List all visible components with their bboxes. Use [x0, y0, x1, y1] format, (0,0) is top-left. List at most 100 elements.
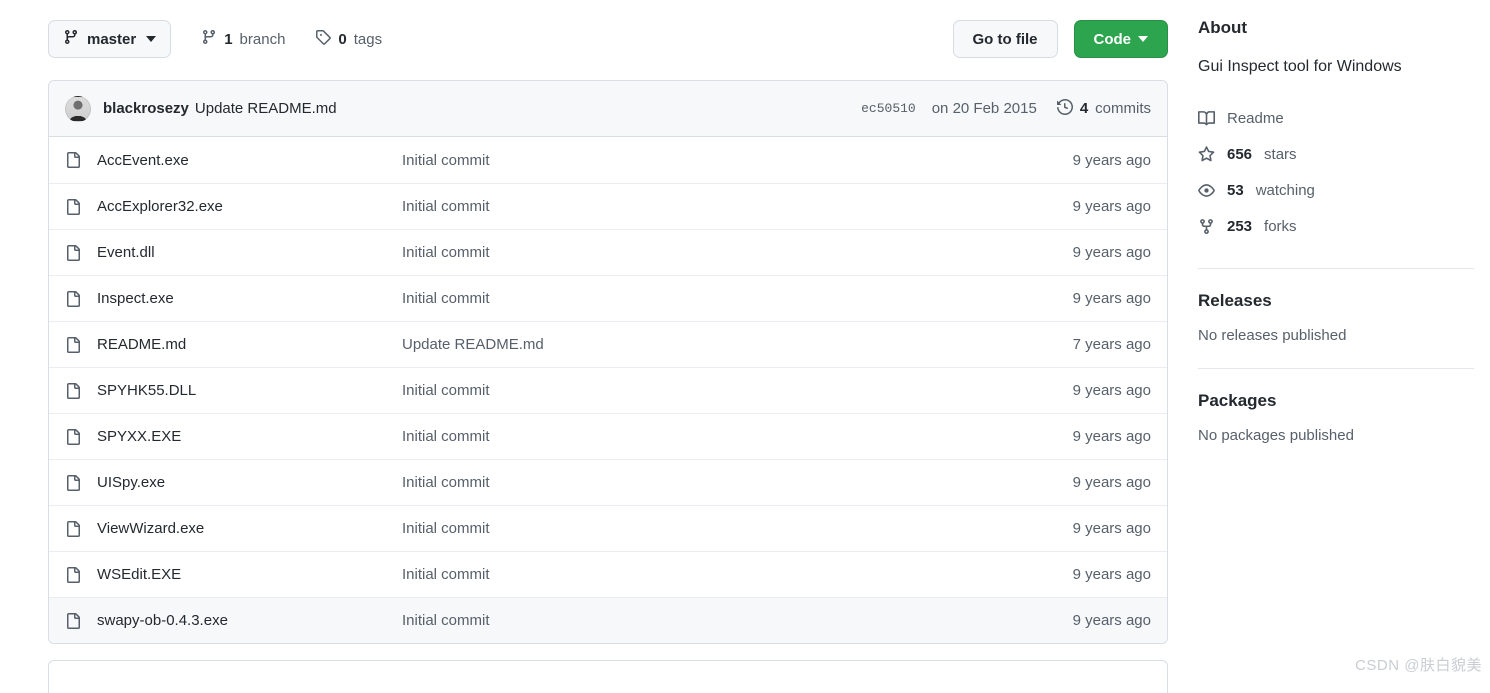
file-name-link[interactable]: UISpy.exe: [97, 474, 402, 491]
packages-title: Packages: [1198, 391, 1277, 411]
file-commit-message[interactable]: Initial commit: [402, 198, 1073, 215]
readme-link[interactable]: Readme: [1198, 100, 1474, 136]
file-commit-time: 9 years ago: [1072, 612, 1151, 629]
code-button-label: Code: [1093, 30, 1132, 48]
about-title: About: [1198, 18, 1248, 37]
commit-sha[interactable]: ec50510: [861, 101, 916, 116]
main-column: master 1 branch 0 tags Go to file Code b…: [0, 0, 1168, 693]
file-icon: [65, 336, 81, 353]
file-icon: [65, 428, 81, 445]
table-row[interactable]: WSEdit.EXE Initial commit 9 years ago: [49, 551, 1167, 597]
stars-label: stars: [1264, 145, 1297, 163]
file-icon: [65, 382, 81, 399]
about-sidebar: About Gui Inspect tool for Windows Readm…: [1168, 0, 1490, 693]
chevron-down-icon: [1138, 36, 1148, 42]
repo-toolbar: master 1 branch 0 tags Go to file Code: [48, 14, 1168, 64]
table-row[interactable]: SPYHK55.DLL Initial commit 9 years ago: [49, 367, 1167, 413]
branch-name-label: master: [87, 30, 137, 48]
commits-count-link[interactable]: 4 commits: [1056, 98, 1151, 119]
file-name-link[interactable]: SPYHK55.DLL: [97, 382, 402, 399]
file-icon: [65, 474, 81, 491]
latest-commit-header: blackrosezy Update README.md ec50510 on …: [49, 81, 1167, 137]
table-row[interactable]: AccEvent.exe Initial commit 9 years ago: [49, 137, 1167, 183]
watching-link[interactable]: 53 watching: [1198, 172, 1474, 208]
commits-label: commits: [1095, 100, 1151, 117]
file-rows: AccEvent.exe Initial commit 9 years ago Acc…: [49, 137, 1167, 643]
file-commit-message[interactable]: Update README.md: [402, 336, 1073, 353]
file-commit-message[interactable]: Initial commit: [402, 612, 1073, 629]
file-icon: [65, 152, 81, 168]
file-commit-message[interactable]: Initial commit: [402, 566, 1073, 583]
file-commit-time: 9 years ago: [1072, 290, 1151, 307]
file-icon: [65, 566, 81, 583]
table-row[interactable]: SPYXX.EXE Initial commit 9 years ago: [49, 413, 1167, 459]
file-commit-time: 9 years ago: [1072, 198, 1151, 215]
file-commit-time: 9 years ago: [1072, 474, 1151, 491]
table-row[interactable]: UISpy.exe Initial commit 9 years ago: [49, 459, 1167, 505]
file-icon: [65, 612, 81, 629]
commits-count-value: 4: [1079, 100, 1089, 117]
tags-link[interactable]: 0 tags: [315, 29, 382, 49]
file-name-link[interactable]: WSEdit.EXE: [97, 566, 402, 583]
repo-description: Gui Inspect tool for Windows: [1198, 58, 1402, 75]
file-commit-message[interactable]: Initial commit: [402, 244, 1073, 261]
file-commit-time: 9 years ago: [1072, 428, 1151, 445]
file-name-link[interactable]: swapy-ob-0.4.3.exe: [97, 612, 402, 629]
table-row[interactable]: ViewWizard.exe Initial commit 9 years ago: [49, 505, 1167, 551]
eye-icon: [1198, 182, 1215, 199]
star-icon: [1198, 146, 1215, 163]
chevron-down-icon: [146, 36, 157, 42]
forks-link[interactable]: 253 forks: [1198, 208, 1474, 244]
readme-card: [48, 660, 1168, 693]
file-icon: [65, 290, 81, 307]
code-button[interactable]: Code: [1073, 20, 1168, 58]
file-listing-card: blackrosezy Update README.md ec50510 on …: [48, 80, 1168, 644]
git-branch-icon: [201, 29, 217, 49]
history-icon: [1056, 98, 1073, 119]
sidebar-divider-1: [1198, 268, 1474, 270]
file-name-link[interactable]: SPYXX.EXE: [97, 428, 402, 445]
book-icon: [1198, 110, 1215, 127]
file-commit-message[interactable]: Initial commit: [402, 428, 1073, 445]
table-row[interactable]: README.md Update README.md 7 years ago: [49, 321, 1167, 367]
releases-empty-text: No releases published: [1198, 327, 1347, 345]
table-row[interactable]: swapy-ob-0.4.3.exe Initial commit 9 years …: [49, 597, 1167, 643]
sidebar-divider-2: [1198, 368, 1474, 370]
file-commit-message[interactable]: Initial commit: [402, 290, 1073, 307]
stars-link[interactable]: 656 stars: [1198, 136, 1474, 172]
file-name-link[interactable]: AccExplorer32.exe: [97, 198, 402, 215]
file-name-link[interactable]: AccEvent.exe: [97, 152, 402, 169]
file-icon: [65, 198, 81, 215]
file-commit-message[interactable]: Initial commit: [402, 152, 1073, 169]
table-row[interactable]: AccExplorer32.exe Initial commit 9 years a…: [49, 183, 1167, 229]
repository-page: master 1 branch 0 tags Go to file Code b…: [0, 0, 1490, 693]
file-commit-time: 7 years ago: [1072, 336, 1151, 353]
file-commit-time: 9 years ago: [1072, 151, 1151, 169]
fork-icon: [1198, 218, 1215, 235]
file-name-link[interactable]: Event.dll: [97, 244, 402, 261]
forks-label: forks: [1264, 217, 1297, 235]
git-branch-icon: [63, 29, 79, 49]
commit-author-link[interactable]: blackrosezy: [103, 100, 189, 117]
file-commit-time: 9 years ago: [1072, 520, 1151, 537]
tags-label: tags: [353, 30, 383, 48]
file-name-link[interactable]: ViewWizard.exe: [97, 520, 402, 537]
file-icon: [65, 520, 81, 537]
table-row[interactable]: Event.dll Initial commit 9 years ago: [49, 229, 1167, 275]
file-name-link[interactable]: README.md: [97, 336, 402, 353]
go-to-file-button[interactable]: Go to file: [952, 20, 1058, 58]
tag-icon: [315, 29, 332, 49]
branches-link[interactable]: 1 branch: [201, 29, 285, 49]
branch-selector-button[interactable]: master: [48, 20, 172, 58]
file-name-link[interactable]: Inspect.exe: [97, 290, 402, 307]
file-commit-message[interactable]: Initial commit: [402, 382, 1073, 399]
forks-count: 253: [1227, 217, 1253, 235]
file-commit-time: 9 years ago: [1072, 566, 1151, 583]
readme-label: Readme: [1227, 109, 1284, 127]
table-row[interactable]: Inspect.exe Initial commit 9 years ago: [49, 275, 1167, 321]
file-commit-message[interactable]: Initial commit: [402, 474, 1073, 491]
avatar[interactable]: [65, 95, 91, 122]
branches-label: branch: [239, 30, 286, 48]
file-commit-message[interactable]: Initial commit: [402, 520, 1073, 537]
commit-message-link[interactable]: Update README.md: [195, 100, 337, 117]
